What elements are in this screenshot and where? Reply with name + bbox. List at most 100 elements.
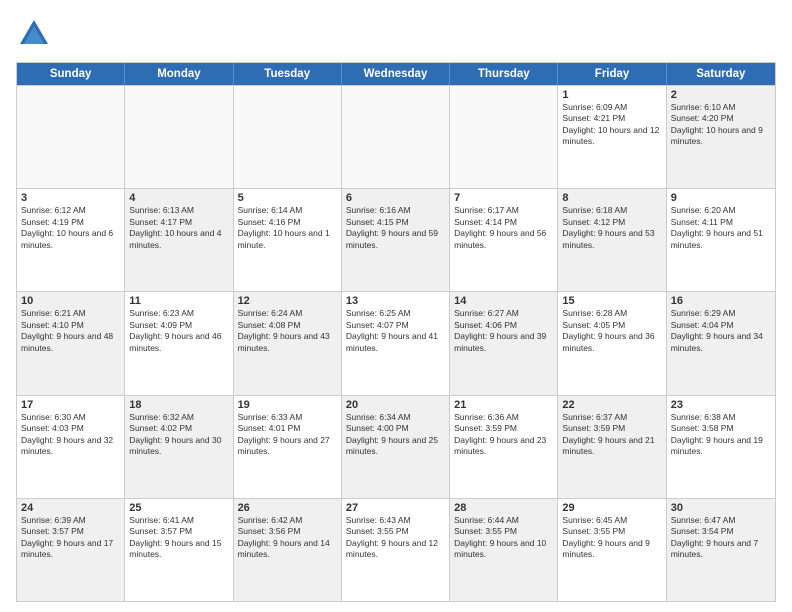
day-number: 4 bbox=[129, 192, 228, 204]
weekday-header: Wednesday bbox=[342, 63, 450, 85]
calendar-cell: 23Sunrise: 6:38 AM Sunset: 3:58 PM Dayli… bbox=[667, 396, 775, 498]
day-info: Sunrise: 6:32 AM Sunset: 4:02 PM Dayligh… bbox=[129, 412, 228, 458]
weekday-header: Tuesday bbox=[234, 63, 342, 85]
calendar-cell: 9Sunrise: 6:20 AM Sunset: 4:11 PM Daylig… bbox=[667, 189, 775, 291]
day-number: 3 bbox=[21, 192, 120, 204]
day-info: Sunrise: 6:13 AM Sunset: 4:17 PM Dayligh… bbox=[129, 205, 228, 251]
calendar-cell: 16Sunrise: 6:29 AM Sunset: 4:04 PM Dayli… bbox=[667, 292, 775, 394]
day-info: Sunrise: 6:14 AM Sunset: 4:16 PM Dayligh… bbox=[238, 205, 337, 251]
day-info: Sunrise: 6:36 AM Sunset: 3:59 PM Dayligh… bbox=[454, 412, 553, 458]
calendar-cell: 1Sunrise: 6:09 AM Sunset: 4:21 PM Daylig… bbox=[558, 86, 666, 188]
day-info: Sunrise: 6:33 AM Sunset: 4:01 PM Dayligh… bbox=[238, 412, 337, 458]
day-info: Sunrise: 6:42 AM Sunset: 3:56 PM Dayligh… bbox=[238, 515, 337, 561]
day-info: Sunrise: 6:25 AM Sunset: 4:07 PM Dayligh… bbox=[346, 308, 445, 354]
calendar-cell: 28Sunrise: 6:44 AM Sunset: 3:55 PM Dayli… bbox=[450, 499, 558, 601]
calendar-cell: 3Sunrise: 6:12 AM Sunset: 4:19 PM Daylig… bbox=[17, 189, 125, 291]
day-number: 26 bbox=[238, 502, 337, 514]
calendar-cell: 29Sunrise: 6:45 AM Sunset: 3:55 PM Dayli… bbox=[558, 499, 666, 601]
calendar-row: 24Sunrise: 6:39 AM Sunset: 3:57 PM Dayli… bbox=[17, 498, 775, 601]
day-number: 1 bbox=[562, 89, 661, 101]
calendar-row: 10Sunrise: 6:21 AM Sunset: 4:10 PM Dayli… bbox=[17, 291, 775, 394]
day-info: Sunrise: 6:18 AM Sunset: 4:12 PM Dayligh… bbox=[562, 205, 661, 251]
day-number: 15 bbox=[562, 295, 661, 307]
calendar-cell: 10Sunrise: 6:21 AM Sunset: 4:10 PM Dayli… bbox=[17, 292, 125, 394]
calendar-cell: 5Sunrise: 6:14 AM Sunset: 4:16 PM Daylig… bbox=[234, 189, 342, 291]
day-info: Sunrise: 6:27 AM Sunset: 4:06 PM Dayligh… bbox=[454, 308, 553, 354]
calendar-row: 1Sunrise: 6:09 AM Sunset: 4:21 PM Daylig… bbox=[17, 85, 775, 188]
day-info: Sunrise: 6:23 AM Sunset: 4:09 PM Dayligh… bbox=[129, 308, 228, 354]
page-header bbox=[16, 16, 776, 52]
day-info: Sunrise: 6:39 AM Sunset: 3:57 PM Dayligh… bbox=[21, 515, 120, 561]
day-number: 28 bbox=[454, 502, 553, 514]
day-info: Sunrise: 6:28 AM Sunset: 4:05 PM Dayligh… bbox=[562, 308, 661, 354]
day-info: Sunrise: 6:29 AM Sunset: 4:04 PM Dayligh… bbox=[671, 308, 771, 354]
calendar-cell bbox=[234, 86, 342, 188]
weekday-header: Friday bbox=[558, 63, 666, 85]
calendar-cell: 8Sunrise: 6:18 AM Sunset: 4:12 PM Daylig… bbox=[558, 189, 666, 291]
calendar-header: SundayMondayTuesdayWednesdayThursdayFrid… bbox=[17, 63, 775, 85]
calendar-cell bbox=[450, 86, 558, 188]
day-number: 20 bbox=[346, 399, 445, 411]
day-number: 17 bbox=[21, 399, 120, 411]
weekday-header: Sunday bbox=[17, 63, 125, 85]
calendar-cell bbox=[125, 86, 233, 188]
day-number: 21 bbox=[454, 399, 553, 411]
day-info: Sunrise: 6:20 AM Sunset: 4:11 PM Dayligh… bbox=[671, 205, 771, 251]
day-number: 14 bbox=[454, 295, 553, 307]
weekday-header: Thursday bbox=[450, 63, 558, 85]
day-info: Sunrise: 6:43 AM Sunset: 3:55 PM Dayligh… bbox=[346, 515, 445, 561]
calendar-cell: 27Sunrise: 6:43 AM Sunset: 3:55 PM Dayli… bbox=[342, 499, 450, 601]
weekday-header: Monday bbox=[125, 63, 233, 85]
calendar-cell: 7Sunrise: 6:17 AM Sunset: 4:14 PM Daylig… bbox=[450, 189, 558, 291]
day-number: 12 bbox=[238, 295, 337, 307]
calendar-cell: 2Sunrise: 6:10 AM Sunset: 4:20 PM Daylig… bbox=[667, 86, 775, 188]
calendar-cell: 22Sunrise: 6:37 AM Sunset: 3:59 PM Dayli… bbox=[558, 396, 666, 498]
day-info: Sunrise: 6:45 AM Sunset: 3:55 PM Dayligh… bbox=[562, 515, 661, 561]
day-info: Sunrise: 6:34 AM Sunset: 4:00 PM Dayligh… bbox=[346, 412, 445, 458]
day-info: Sunrise: 6:30 AM Sunset: 4:03 PM Dayligh… bbox=[21, 412, 120, 458]
calendar-cell: 21Sunrise: 6:36 AM Sunset: 3:59 PM Dayli… bbox=[450, 396, 558, 498]
day-number: 5 bbox=[238, 192, 337, 204]
day-number: 23 bbox=[671, 399, 771, 411]
day-number: 27 bbox=[346, 502, 445, 514]
day-number: 22 bbox=[562, 399, 661, 411]
day-info: Sunrise: 6:10 AM Sunset: 4:20 PM Dayligh… bbox=[671, 102, 771, 148]
calendar-row: 17Sunrise: 6:30 AM Sunset: 4:03 PM Dayli… bbox=[17, 395, 775, 498]
day-info: Sunrise: 6:09 AM Sunset: 4:21 PM Dayligh… bbox=[562, 102, 661, 148]
day-info: Sunrise: 6:12 AM Sunset: 4:19 PM Dayligh… bbox=[21, 205, 120, 251]
calendar-cell bbox=[342, 86, 450, 188]
day-number: 6 bbox=[346, 192, 445, 204]
calendar-cell: 11Sunrise: 6:23 AM Sunset: 4:09 PM Dayli… bbox=[125, 292, 233, 394]
day-number: 16 bbox=[671, 295, 771, 307]
day-info: Sunrise: 6:41 AM Sunset: 3:57 PM Dayligh… bbox=[129, 515, 228, 561]
day-info: Sunrise: 6:44 AM Sunset: 3:55 PM Dayligh… bbox=[454, 515, 553, 561]
calendar-cell: 12Sunrise: 6:24 AM Sunset: 4:08 PM Dayli… bbox=[234, 292, 342, 394]
calendar-body: 1Sunrise: 6:09 AM Sunset: 4:21 PM Daylig… bbox=[17, 85, 775, 601]
calendar-cell: 17Sunrise: 6:30 AM Sunset: 4:03 PM Dayli… bbox=[17, 396, 125, 498]
day-number: 7 bbox=[454, 192, 553, 204]
calendar-cell: 25Sunrise: 6:41 AM Sunset: 3:57 PM Dayli… bbox=[125, 499, 233, 601]
day-number: 19 bbox=[238, 399, 337, 411]
logo-icon bbox=[16, 16, 52, 52]
calendar-cell: 18Sunrise: 6:32 AM Sunset: 4:02 PM Dayli… bbox=[125, 396, 233, 498]
calendar-cell bbox=[17, 86, 125, 188]
day-number: 9 bbox=[671, 192, 771, 204]
calendar: SundayMondayTuesdayWednesdayThursdayFrid… bbox=[16, 62, 776, 602]
day-info: Sunrise: 6:37 AM Sunset: 3:59 PM Dayligh… bbox=[562, 412, 661, 458]
day-number: 13 bbox=[346, 295, 445, 307]
calendar-cell: 20Sunrise: 6:34 AM Sunset: 4:00 PM Dayli… bbox=[342, 396, 450, 498]
calendar-row: 3Sunrise: 6:12 AM Sunset: 4:19 PM Daylig… bbox=[17, 188, 775, 291]
day-info: Sunrise: 6:21 AM Sunset: 4:10 PM Dayligh… bbox=[21, 308, 120, 354]
calendar-cell: 4Sunrise: 6:13 AM Sunset: 4:17 PM Daylig… bbox=[125, 189, 233, 291]
day-number: 10 bbox=[21, 295, 120, 307]
day-number: 11 bbox=[129, 295, 228, 307]
day-number: 29 bbox=[562, 502, 661, 514]
day-number: 25 bbox=[129, 502, 228, 514]
day-number: 18 bbox=[129, 399, 228, 411]
calendar-cell: 6Sunrise: 6:16 AM Sunset: 4:15 PM Daylig… bbox=[342, 189, 450, 291]
day-info: Sunrise: 6:47 AM Sunset: 3:54 PM Dayligh… bbox=[671, 515, 771, 561]
calendar-cell: 13Sunrise: 6:25 AM Sunset: 4:07 PM Dayli… bbox=[342, 292, 450, 394]
day-info: Sunrise: 6:38 AM Sunset: 3:58 PM Dayligh… bbox=[671, 412, 771, 458]
day-number: 8 bbox=[562, 192, 661, 204]
calendar-cell: 14Sunrise: 6:27 AM Sunset: 4:06 PM Dayli… bbox=[450, 292, 558, 394]
